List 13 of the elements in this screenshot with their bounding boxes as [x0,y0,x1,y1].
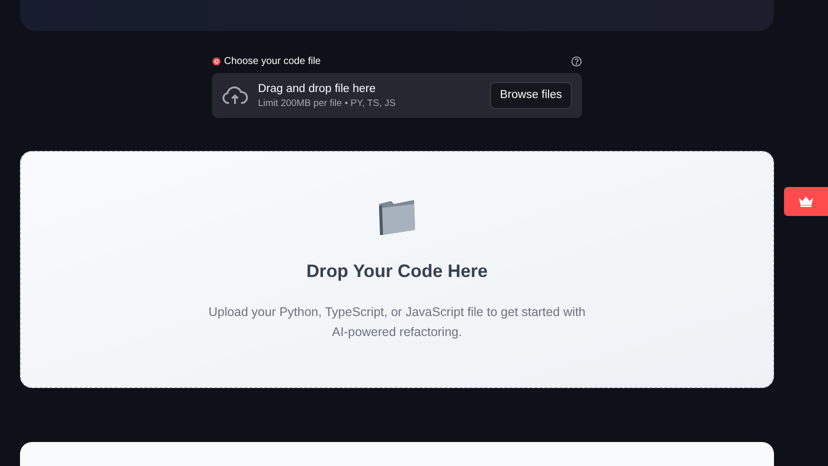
cloud-upload-icon [222,86,248,106]
file-dropzone[interactable]: Drag and drop file here Limit 200MB per file • PY, TS, JS Browse files [212,73,582,118]
dropzone-hint: Limit 200MB per file • PY, TS, JS [258,96,397,110]
crown-tab[interactable] [784,187,828,216]
target-icon [212,56,221,66]
drop-description: Upload your Python, TypeScript, or JavaScript file to get started with AI-powered refactoring. [207,304,587,341]
drop-card[interactable]: Drop Your Code Here Upload your Python, TypeScript, or JavaScript file to get started with AI-powered refactoring. [20,151,774,388]
dropzone-title: Drag and drop file here [258,82,377,96]
browse-files-button[interactable]: Browse files [490,82,572,109]
uploader-label: Choose your code file [224,54,321,68]
crown-icon [798,196,814,207]
drop-heading: Drop Your Code Here [306,260,488,283]
help-icon[interactable] [571,56,582,66]
